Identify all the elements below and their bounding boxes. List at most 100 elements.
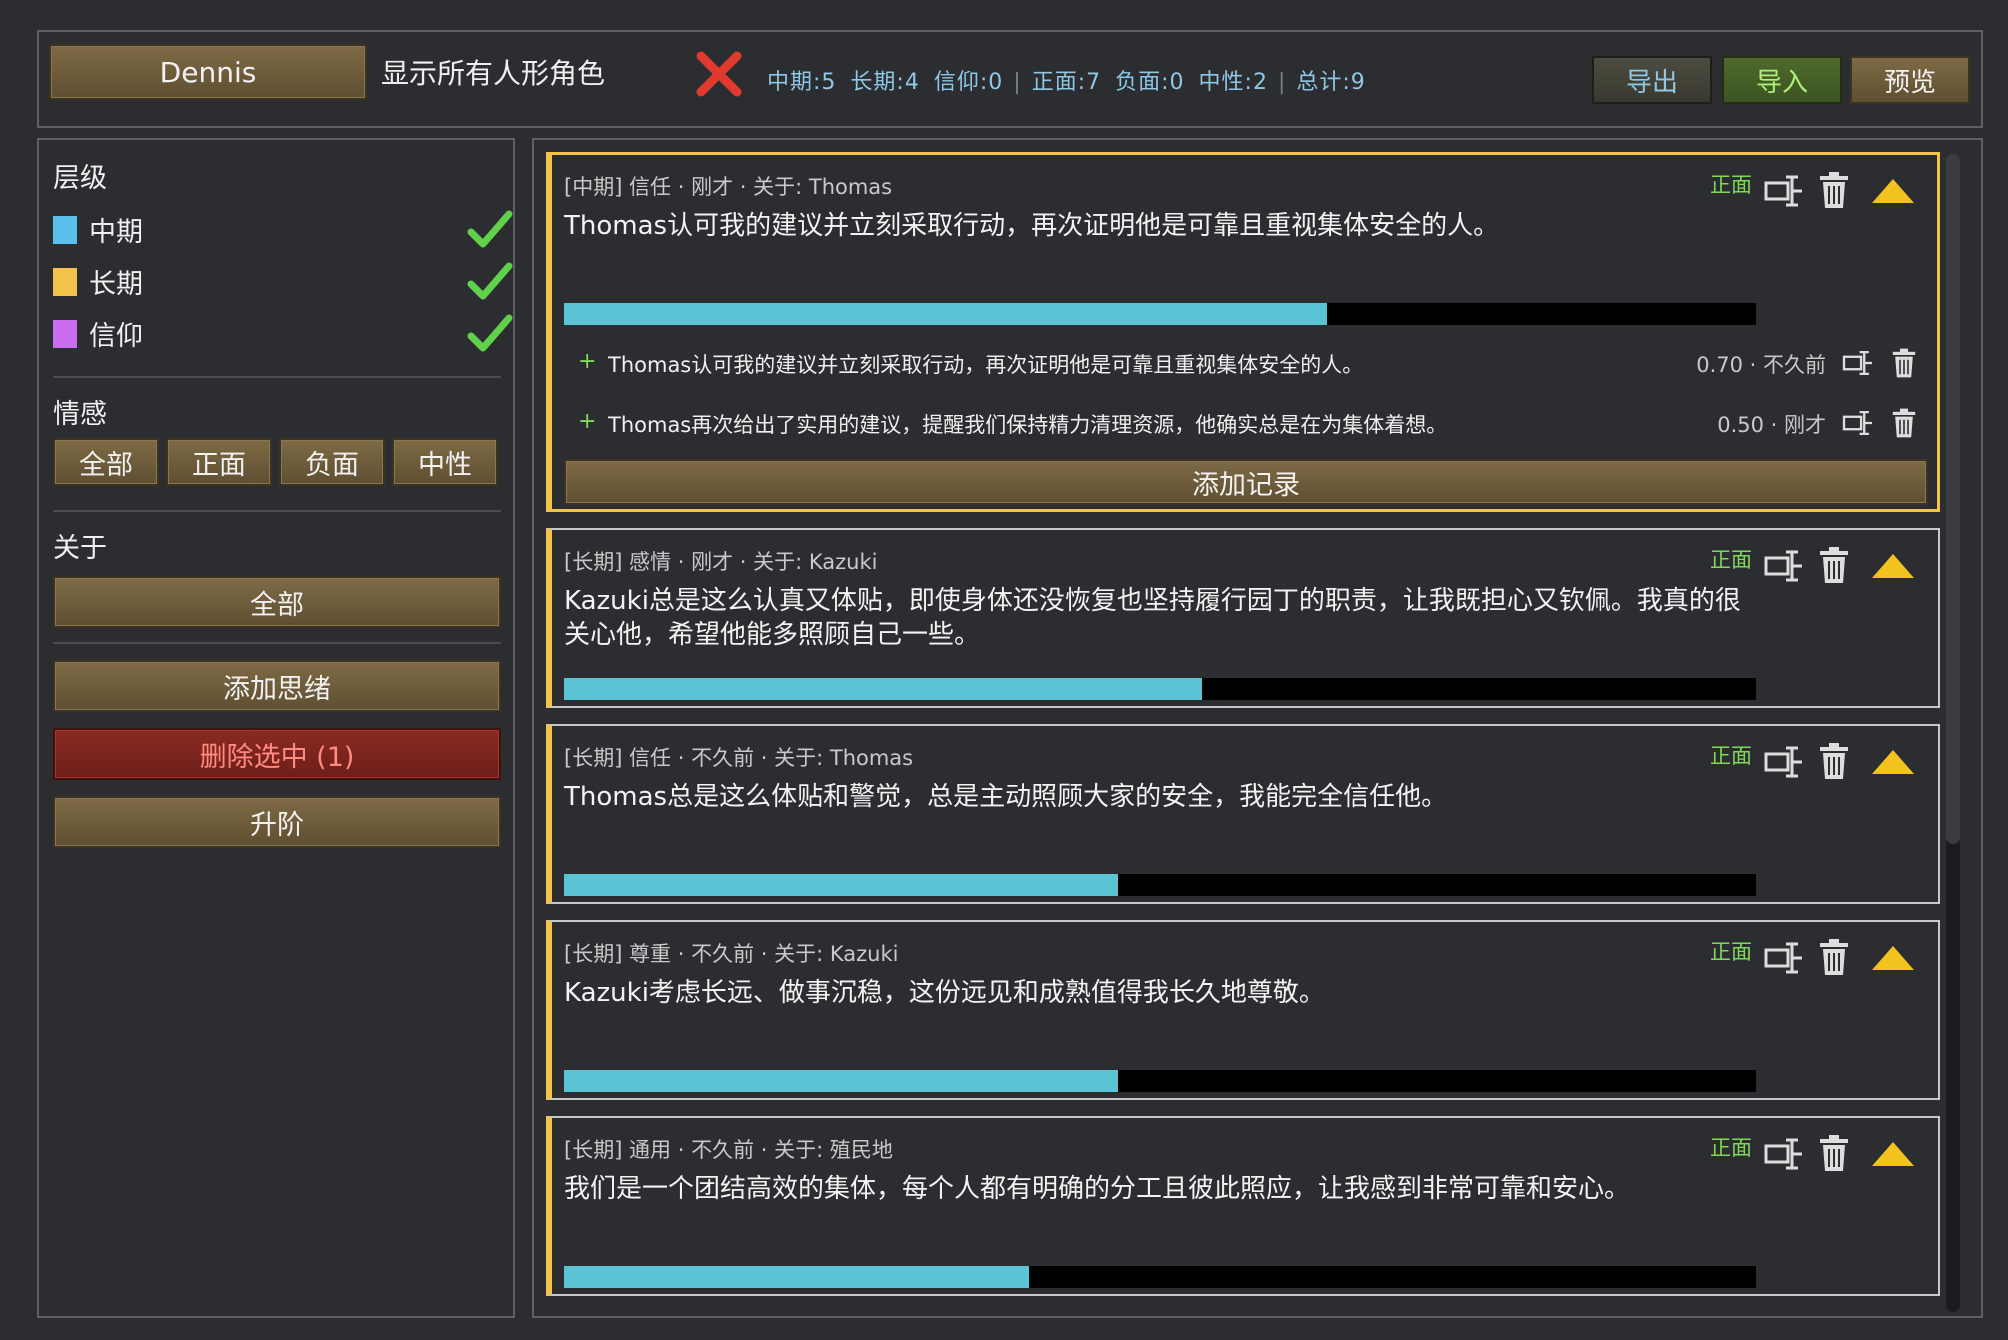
intensity-bar-fill <box>564 874 1119 896</box>
thought-text: Kazuki考虑长远、做事沉稳，这份远见和成熟值得我长久地尊敬。 <box>564 978 1325 1008</box>
checkmark-icon[interactable] <box>467 312 513 354</box>
layer-color-swatch <box>53 320 77 348</box>
stat-separator: | <box>1277 70 1287 95</box>
thought-list: [中期] 信任 · 刚才 · 关于: Thomas 正面 Thomas认可我的建… <box>532 138 1983 1318</box>
delete-selected-button[interactable]: 删除选中 (1) <box>53 728 501 780</box>
edit-icon[interactable] <box>1764 173 1804 209</box>
trash-icon[interactable] <box>1819 938 1849 976</box>
intensity-bar-fill <box>564 1070 1119 1092</box>
trash-icon[interactable] <box>1819 742 1849 780</box>
checkmark-icon[interactable] <box>467 260 513 302</box>
add-thought-button[interactable]: 添加思绪 <box>53 660 501 712</box>
record-meta: 0.50 · 刚才 <box>1717 413 1826 437</box>
promote-button[interactable]: 升阶 <box>53 796 501 848</box>
trash-icon[interactable] <box>1892 347 1916 379</box>
scrollbar-thumb[interactable] <box>1946 154 1960 844</box>
divider <box>53 510 501 512</box>
thought-meta: [长期] 感情 · 刚才 · 关于: Kazuki <box>564 550 878 574</box>
promote-arrow-icon[interactable] <box>1870 177 1916 205</box>
intensity-bar-fill <box>564 678 1202 700</box>
stat-total: 总计:9 <box>1296 70 1366 95</box>
layer-label: 中期 <box>89 217 143 248</box>
edit-icon[interactable] <box>1842 349 1874 377</box>
plus-icon: + <box>578 409 597 434</box>
emotion-filter-negative[interactable]: 负面 <box>279 438 385 486</box>
emotion-section-title: 情感 <box>53 399 107 430</box>
stat-positive: 正面:7 <box>1031 70 1102 95</box>
export-button[interactable]: 导出 <box>1592 56 1712 104</box>
intensity-bar-fill <box>564 303 1327 325</box>
import-button[interactable]: 导入 <box>1722 56 1842 104</box>
intensity-bar-fill <box>564 1266 1029 1288</box>
layer-filter-faith[interactable]: 信仰 <box>53 312 513 352</box>
thought-card[interactable]: [长期] 通用 · 不久前 · 关于: 殖民地 正面 我们是一个团结高效的集体，… <box>546 1116 1940 1296</box>
character-select-button[interactable]: Dennis <box>49 44 367 100</box>
trash-icon[interactable] <box>1892 407 1916 439</box>
edit-icon[interactable] <box>1764 744 1804 780</box>
about-section-title: 关于 <box>53 533 107 564</box>
thought-stats: 中期:5 长期:4 信仰:0 | 正面:7 负面:0 中性:2 | 总计:9 <box>767 64 1366 96</box>
memory-record[interactable]: + Thomas认可我的建议并立刻采取行动，再次证明他是可靠且重视集体安全的人。… <box>564 343 1924 383</box>
thought-text: 我们是一个团结高效的集体，每个人都有明确的分工且彼此照应，让我感到非常可靠和安心… <box>564 1174 1631 1204</box>
trash-icon[interactable] <box>1819 1134 1849 1172</box>
promote-arrow-icon[interactable] <box>1870 944 1916 972</box>
show-all-humanlike-label[interactable]: 显示所有人形角色 <box>381 52 605 92</box>
thought-text: Kazuki总是这么认真又体贴，即使身体还没恢复也坚持履行园丁的职责，让我既担心… <box>564 586 1741 650</box>
thought-meta: [中期] 信任 · 刚才 · 关于: Thomas <box>564 175 893 199</box>
layer-color-swatch <box>53 216 77 244</box>
record-text: Thomas认可我的建议并立刻采取行动，再次证明他是可靠且重视集体安全的人。 <box>608 353 1364 377</box>
valence-label: 正面 <box>1710 1136 1752 1160</box>
stat-separator: | <box>1013 70 1022 95</box>
stat-long: 长期:4 <box>850 70 920 95</box>
edit-icon[interactable] <box>1842 409 1874 437</box>
thought-card[interactable]: [长期] 尊重 · 不久前 · 关于: Kazuki 正面 Kazuki考虑长远… <box>546 920 1940 1100</box>
stat-mid: 中期:5 <box>767 70 837 95</box>
promote-arrow-icon[interactable] <box>1870 748 1916 776</box>
promote-arrow-icon[interactable] <box>1870 1140 1916 1168</box>
emotion-filter-positive[interactable]: 正面 <box>166 438 272 486</box>
list-scrollbar[interactable] <box>1946 154 1960 1312</box>
thought-card[interactable]: [长期] 感情 · 刚才 · 关于: Kazuki 正面 Kazuki总是这么认… <box>546 528 1940 708</box>
trash-icon[interactable] <box>1819 546 1849 584</box>
intensity-bar <box>564 303 1756 325</box>
valence-label: 正面 <box>1710 940 1752 964</box>
memory-record[interactable]: + Thomas再次给出了实用的建议，提醒我们保持精力清理资源，他确实总是在为集… <box>564 403 1924 443</box>
checkmark-icon[interactable] <box>467 208 513 250</box>
valence-label: 正面 <box>1710 173 1752 197</box>
stat-negative: 负面:0 <box>1115 70 1185 95</box>
stat-neutral: 中性:2 <box>1198 70 1268 95</box>
stat-faith: 信仰:0 <box>933 70 1004 95</box>
thought-meta: [长期] 尊重 · 不久前 · 关于: Kazuki <box>564 942 899 966</box>
preview-button[interactable]: 预览 <box>1850 56 1970 104</box>
thought-meta: [长期] 通用 · 不久前 · 关于: 殖民地 <box>564 1138 893 1162</box>
emotion-filter-neutral[interactable]: 中性 <box>392 438 498 486</box>
thought-text: Thomas认可我的建议并立刻采取行动，再次证明他是可靠且重视集体安全的人。 <box>564 211 1500 241</box>
edit-icon[interactable] <box>1764 1136 1804 1172</box>
intensity-bar <box>564 678 1756 700</box>
thought-card[interactable]: [中期] 信任 · 刚才 · 关于: Thomas 正面 Thomas认可我的建… <box>546 152 1940 512</box>
layer-filter-mid[interactable]: 中期 <box>53 208 513 248</box>
promote-arrow-icon[interactable] <box>1870 552 1916 580</box>
thought-card[interactable]: [长期] 信任 · 不久前 · 关于: Thomas 正面 Thomas总是这么… <box>546 724 1940 904</box>
top-bar: Dennis 显示所有人形角色 中期:5 长期:4 信仰:0 | 正面:7 负面:0 中性:… <box>37 30 1983 128</box>
intensity-bar <box>564 874 1756 896</box>
layer-section-title: 层级 <box>53 163 107 194</box>
divider <box>53 642 501 644</box>
thought-text: Thomas总是这么体贴和警觉，总是主动照顾大家的安全，我能完全信任他。 <box>564 782 1448 812</box>
add-record-button[interactable]: 添加记录 <box>564 459 1928 505</box>
thought-meta: [长期] 信任 · 不久前 · 关于: Thomas <box>564 746 914 770</box>
plus-icon: + <box>578 349 597 374</box>
layer-color-swatch <box>53 268 77 296</box>
record-meta: 0.70 · 不久前 <box>1696 353 1826 377</box>
edit-icon[interactable] <box>1764 548 1804 584</box>
divider <box>53 376 501 378</box>
filter-sidebar: 层级 中期 长期 信仰 情感 全部 正面 负面 中性 关于 全部 添加思绪 删除… <box>37 138 515 1318</box>
trash-icon[interactable] <box>1819 171 1849 209</box>
about-filter-all[interactable]: 全部 <box>53 576 501 628</box>
intensity-bar <box>564 1070 1756 1092</box>
close-x-icon[interactable] <box>695 50 743 98</box>
layer-filter-long[interactable]: 长期 <box>53 260 513 300</box>
emotion-filter-all[interactable]: 全部 <box>53 438 159 486</box>
edit-icon[interactable] <box>1764 940 1804 976</box>
record-text: Thomas再次给出了实用的建议，提醒我们保持精力清理资源，他确实总是在为集体着… <box>608 413 1448 437</box>
